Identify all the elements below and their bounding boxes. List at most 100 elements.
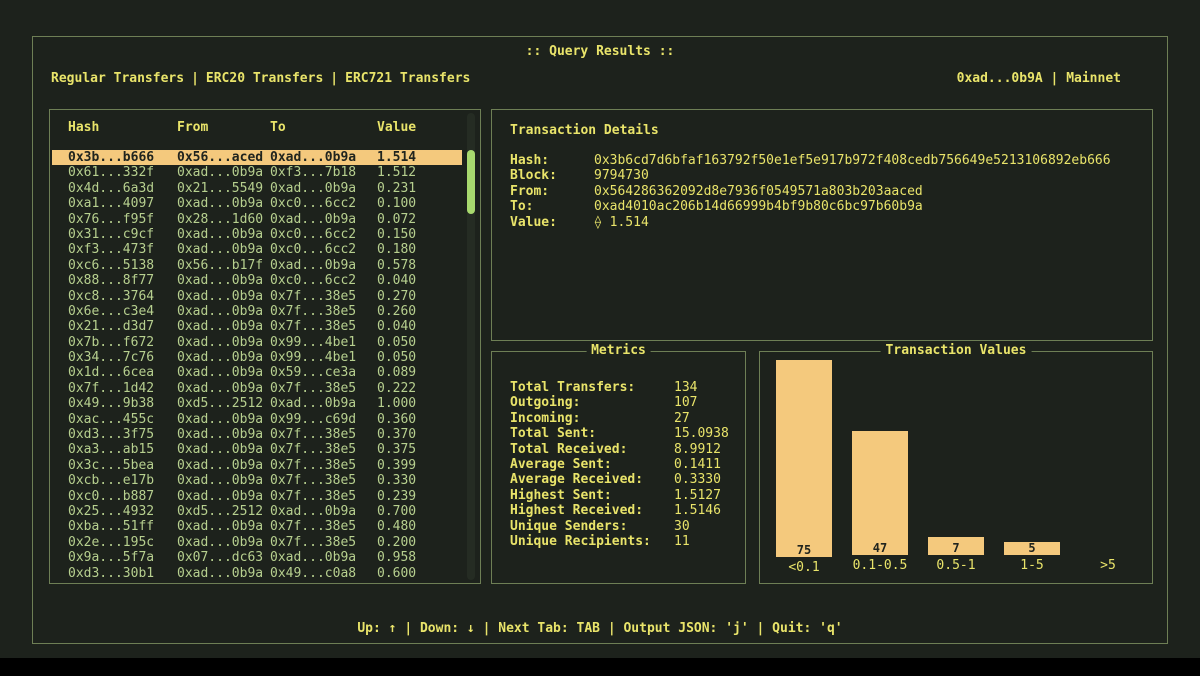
table-row[interactable]: 0x3c...5bea0xad...0b9a0x7f...38e50.399 bbox=[52, 458, 462, 473]
cell-from: 0xad...0b9a bbox=[177, 350, 270, 365]
column-header-to: To bbox=[270, 120, 377, 135]
table-row[interactable]: 0xf3...473f0xad...0b9a0xc0...6cc20.180 bbox=[52, 242, 462, 257]
tabs-row: Regular Transfers|ERC20 Transfers|ERC721… bbox=[51, 71, 1167, 86]
tab-regular-transfers[interactable]: Regular Transfers bbox=[51, 71, 184, 86]
cell-to: 0x7f...38e5 bbox=[270, 535, 377, 550]
cell-value: 0.040 bbox=[377, 273, 462, 288]
detail-field: To:0xad4010ac206b14d66999b4bf9b80c6bc97b… bbox=[510, 199, 1134, 214]
metric-value: 0.3330 bbox=[674, 472, 721, 487]
table-row[interactable]: 0x3b...b6660x56...aced0xad...0b9a1.514 bbox=[52, 150, 462, 165]
detail-field-label: Hash: bbox=[510, 153, 594, 168]
table-row[interactable]: 0xa3...ab150xad...0b9a0x7f...38e50.375 bbox=[52, 442, 462, 457]
cell-from: 0xad...0b9a bbox=[177, 227, 270, 242]
cell-hash: 0xac...455c bbox=[68, 412, 177, 427]
detail-field-value: 0x3b6cd7d6bfaf163792f50e1ef5e917b972f408… bbox=[594, 153, 1111, 168]
cell-value: 1.000 bbox=[377, 396, 462, 411]
tab-erc20-transfers[interactable]: ERC20 Transfers bbox=[206, 71, 323, 86]
metric-label: Total Transfers: bbox=[510, 380, 674, 395]
table-row[interactable]: 0x7b...f6720xad...0b9a0x99...4be10.050 bbox=[52, 335, 462, 350]
metric-label: Incoming: bbox=[510, 411, 674, 426]
metric-item: Average Sent:0.1411 bbox=[510, 457, 735, 472]
cell-to: 0xad...0b9a bbox=[270, 396, 377, 411]
metrics-title: Metrics bbox=[586, 343, 651, 358]
keybindings-help-bar: Up: ↑ | Down: ↓ | Next Tab: TAB | Output… bbox=[33, 621, 1167, 636]
cell-to: 0x49...c0a8 bbox=[270, 566, 377, 581]
table-row[interactable]: 0x1d...6cea0xad...0b9a0x59...ce3a0.089 bbox=[52, 365, 462, 380]
cell-hash: 0xf3...473f bbox=[68, 242, 177, 257]
cell-to: 0xc0...6cc2 bbox=[270, 196, 377, 211]
tab-erc721-transfers[interactable]: ERC721 Transfers bbox=[345, 71, 470, 86]
cell-value: 1.512 bbox=[377, 165, 462, 180]
table-row[interactable]: 0x7f...1d420xad...0b9a0x7f...38e50.222 bbox=[52, 381, 462, 396]
cell-value: 0.222 bbox=[377, 381, 462, 396]
table-scrollbar-thumb[interactable] bbox=[467, 150, 475, 214]
transfers-table-panel: HashFromToValue 0x3b...b6660x56...aced0x… bbox=[49, 109, 481, 584]
cell-hash: 0x2e...195c bbox=[68, 535, 177, 550]
table-row[interactable]: 0x4d...6a3d0x21...55490xad...0b9a0.231 bbox=[52, 181, 462, 196]
cell-value: 0.600 bbox=[377, 566, 462, 581]
metrics-list: Total Transfers:134Outgoing:107Incoming:… bbox=[510, 380, 735, 549]
table-row[interactable]: 0xc0...b8870xad...0b9a0x7f...38e50.239 bbox=[52, 489, 462, 504]
cell-from: 0xad...0b9a bbox=[177, 473, 270, 488]
table-row[interactable]: 0x2e...195c0xad...0b9a0x7f...38e50.200 bbox=[52, 535, 462, 550]
cell-value: 0.578 bbox=[377, 258, 462, 273]
table-row[interactable]: 0x34...7c760xad...0b9a0x99...4be10.050 bbox=[52, 350, 462, 365]
cell-from: 0xad...0b9a bbox=[177, 365, 270, 380]
table-row[interactable]: 0x25...49320xd5...25120xad...0b9a0.700 bbox=[52, 504, 462, 519]
cell-from: 0xad...0b9a bbox=[177, 535, 270, 550]
table-row[interactable]: 0xd3...3f750xad...0b9a0x7f...38e50.370 bbox=[52, 427, 462, 442]
table-row[interactable]: 0x21...d3d70xad...0b9a0x7f...38e50.040 bbox=[52, 319, 462, 334]
cell-to: 0xad...0b9a bbox=[270, 550, 377, 565]
table-row[interactable]: 0xcb...e17b0xad...0b9a0x7f...38e50.330 bbox=[52, 473, 462, 488]
table-row[interactable]: 0x61...332f0xad...0b9a0xf3...7b181.512 bbox=[52, 165, 462, 180]
transaction-values-chart-panel: Transaction Values 75<0.1470.1-0.570.5-1… bbox=[759, 351, 1153, 584]
metric-label: Average Received: bbox=[510, 472, 674, 487]
cell-to: 0x7f...38e5 bbox=[270, 442, 377, 457]
table-row[interactable]: 0xc6...51380x56...b17f0xad...0b9a0.578 bbox=[52, 258, 462, 273]
cell-to: 0xf3...7b18 bbox=[270, 165, 377, 180]
chart-title: Transaction Values bbox=[881, 343, 1032, 358]
metric-item: Total Received:8.9912 bbox=[510, 442, 735, 457]
cell-from: 0xad...0b9a bbox=[177, 335, 270, 350]
table-row[interactable]: 0xba...51ff0xad...0b9a0x7f...38e50.480 bbox=[52, 519, 462, 534]
bar-category-label: 0.1-0.5 bbox=[853, 555, 908, 577]
cell-to: 0xad...0b9a bbox=[270, 181, 377, 196]
detail-field-value: ⟠ 1.514 bbox=[594, 215, 649, 230]
cell-value: 0.330 bbox=[377, 473, 462, 488]
table-row[interactable]: 0x9a...5f7a0x07...dc630xad...0b9a0.958 bbox=[52, 550, 462, 565]
metric-value: 1.5127 bbox=[674, 488, 721, 503]
table-row[interactable]: 0xc8...37640xad...0b9a0x7f...38e50.270 bbox=[52, 289, 462, 304]
table-row[interactable]: 0x6e...c3e40xad...0b9a0x7f...38e50.260 bbox=[52, 304, 462, 319]
table-row[interactable]: 0x49...9b380xd5...25120xad...0b9a1.000 bbox=[52, 396, 462, 411]
detail-field-value: 0xad4010ac206b14d66999b4bf9b80c6bc97b60b… bbox=[594, 199, 923, 214]
cell-from: 0xad...0b9a bbox=[177, 519, 270, 534]
cell-from: 0xad...0b9a bbox=[177, 566, 270, 581]
metric-value: 8.9912 bbox=[674, 442, 721, 457]
bar-slot: 51-5 bbox=[994, 360, 1070, 577]
cell-to: 0x7f...38e5 bbox=[270, 427, 377, 442]
cell-value: 0.480 bbox=[377, 519, 462, 534]
table-row[interactable]: 0x88...8f770xad...0b9a0xc0...6cc20.040 bbox=[52, 273, 462, 288]
cell-to: 0xad...0b9a bbox=[270, 150, 377, 165]
cell-from: 0x28...1d60 bbox=[177, 212, 270, 227]
screen-bottom-edge bbox=[0, 658, 1200, 676]
bar-area: 7 bbox=[928, 360, 984, 555]
metric-item: Total Transfers:134 bbox=[510, 380, 735, 395]
cell-hash: 0xd3...3f75 bbox=[68, 427, 177, 442]
metric-item: Unique Recipients:11 bbox=[510, 534, 735, 549]
cell-hash: 0xd3...30b1 bbox=[68, 566, 177, 581]
cell-hash: 0xc0...b887 bbox=[68, 489, 177, 504]
metric-value: 11 bbox=[674, 534, 690, 549]
bar-category-label: >5 bbox=[1100, 555, 1116, 577]
table-body: 0x3b...b6660x56...aced0xad...0b9a1.5140x… bbox=[52, 150, 462, 581]
cell-hash: 0xa3...ab15 bbox=[68, 442, 177, 457]
table-row[interactable]: 0xac...455c0xad...0b9a0x99...c69d0.360 bbox=[52, 412, 462, 427]
table-row[interactable]: 0xa1...40970xad...0b9a0xc0...6cc20.100 bbox=[52, 196, 462, 211]
cell-hash: 0xba...51ff bbox=[68, 519, 177, 534]
table-row[interactable]: 0x76...f95f0x28...1d600xad...0b9a0.072 bbox=[52, 212, 462, 227]
table-row[interactable]: 0xd3...30b10xad...0b9a0x49...c0a80.600 bbox=[52, 566, 462, 581]
bar-category-label: 1-5 bbox=[1020, 555, 1043, 577]
table-row[interactable]: 0x31...c9cf0xad...0b9a0xc0...6cc20.150 bbox=[52, 227, 462, 242]
cell-to: 0x7f...38e5 bbox=[270, 489, 377, 504]
cell-value: 0.399 bbox=[377, 458, 462, 473]
